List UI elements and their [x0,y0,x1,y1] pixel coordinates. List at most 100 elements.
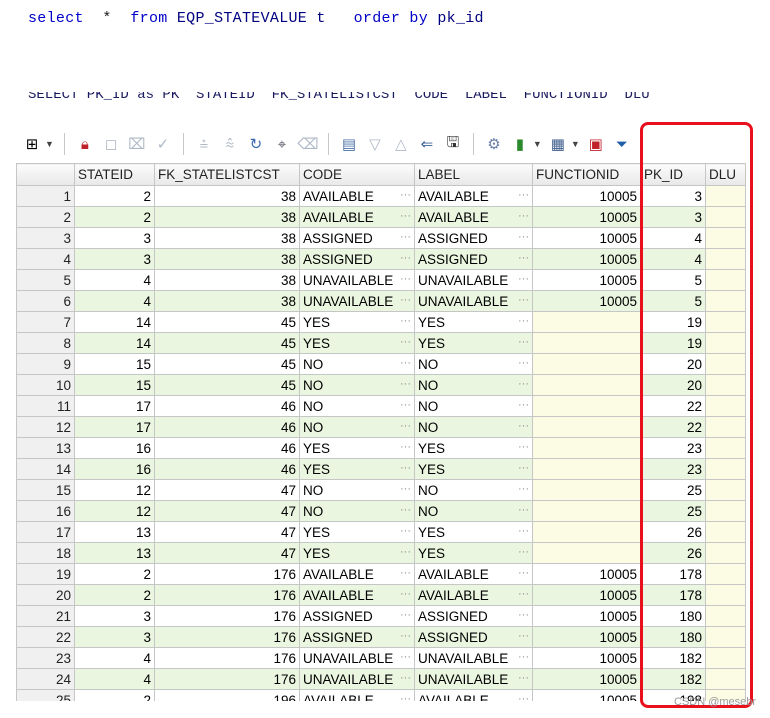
cell-code[interactable]: ··· YES [299,311,415,333]
cell-fk-statelistcst[interactable]: 38 [154,185,300,207]
ellipsis-button[interactable]: ··· [400,399,411,411]
ellipsis-button[interactable]: ··· [518,693,529,702]
cell-label[interactable]: ··· YES [414,437,533,459]
ellipsis-button[interactable]: ··· [400,420,411,432]
table-row[interactable]: 10 15 45 ··· NO ··· NO 20 [16,374,746,396]
cell-stateid[interactable]: 15 [74,374,155,396]
cell-stateid[interactable]: 14 [74,332,155,354]
ellipsis-button[interactable]: ··· [400,651,411,663]
table-row[interactable]: 16 12 47 ··· NO ··· NO 25 [16,500,746,522]
cell-pk-id[interactable]: 5 [640,269,706,291]
cell-label[interactable]: ··· NO [414,479,533,501]
ellipsis-button[interactable]: ··· [518,651,529,663]
cell-functionid[interactable]: 10005 [532,584,641,606]
cell-dlu[interactable] [705,584,746,606]
cell-dlu[interactable] [705,605,746,627]
ellipsis-button[interactable]: ··· [518,546,529,558]
cell-pk-id[interactable]: 178 [640,563,706,585]
cell-code[interactable]: ··· AVAILABLE [299,563,415,585]
cell-fk-statelistcst[interactable]: 45 [154,332,300,354]
cell-pk-id[interactable]: 3 [640,206,706,228]
ellipsis-button[interactable]: ··· [518,189,529,201]
cell-dlu[interactable] [705,290,746,312]
ellipsis-button[interactable]: ··· [400,672,411,684]
ellipsis-button[interactable]: ··· [400,336,411,348]
cell-fk-statelistcst[interactable]: 176 [154,647,300,669]
cell-label[interactable]: ··· NO [414,374,533,396]
cell-pk-id[interactable]: 3 [640,185,706,207]
ellipsis-button[interactable]: ··· [518,378,529,390]
cell-functionid[interactable]: 10005 [532,206,641,228]
cell-fk-statelistcst[interactable]: 38 [154,248,300,270]
cell-code[interactable]: ··· UNAVAILABLE [299,290,415,312]
header-code[interactable]: CODE [299,163,415,186]
export-icon[interactable]: ⇐ [417,134,437,154]
table-row[interactable]: 5 4 38 ··· UNAVAILABLE ··· UNAVAILABLE 10005 5 [16,269,746,291]
single-record-icon[interactable]: ▤ [339,134,359,154]
ellipsis-button[interactable]: ··· [518,483,529,495]
cell-pk-id[interactable]: 182 [640,668,706,690]
cell-functionid[interactable]: 10005 [532,668,641,690]
cell-stateid[interactable]: 3 [74,626,155,648]
chevron-down-icon[interactable]: ▼ [571,139,580,149]
cell-stateid[interactable]: 2 [74,584,155,606]
cell-fk-statelistcst[interactable]: 38 [154,227,300,249]
ellipsis-button[interactable]: ··· [518,609,529,621]
cell-code[interactable]: ··· ASSIGNED [299,605,415,627]
cell-pk-id[interactable]: 4 [640,248,706,270]
cell-code[interactable]: ··· YES [299,521,415,543]
cell-stateid[interactable]: 4 [74,647,155,669]
refresh-icon[interactable]: ↻ [246,134,266,154]
cell-stateid[interactable]: 2 [74,206,155,228]
cell-functionid[interactable] [532,542,641,564]
cell-dlu[interactable] [705,269,746,291]
cell-pk-id[interactable]: 23 [640,458,706,480]
ellipsis-button[interactable]: ··· [518,504,529,516]
cell-functionid[interactable]: 10005 [532,227,641,249]
ellipsis-button[interactable]: ··· [400,357,411,369]
cell-dlu[interactable] [705,227,746,249]
result-grid[interactable]: STATEID FK_STATELISTCST CODE LABEL FUNCT… [16,163,770,701]
cell-pk-id[interactable]: 23 [640,437,706,459]
ellipsis-button[interactable]: ··· [518,588,529,600]
cell-pk-id[interactable]: 25 [640,500,706,522]
cell-stateid[interactable]: 4 [74,668,155,690]
cell-dlu[interactable] [705,248,746,270]
header-stateid[interactable]: STATEID [74,163,155,186]
cell-functionid[interactable] [532,374,641,396]
cell-label[interactable]: ··· AVAILABLE [414,206,533,228]
cell-pk-id[interactable]: 178 [640,584,706,606]
cell-stateid[interactable]: 12 [74,479,155,501]
cell-dlu[interactable] [705,437,746,459]
cell-label[interactable]: ··· AVAILABLE [414,689,533,702]
cell-fk-statelistcst[interactable]: 45 [154,353,300,375]
ellipsis-button[interactable]: ··· [400,483,411,495]
cell-functionid[interactable] [532,395,641,417]
header-functionid[interactable]: FUNCTIONID [532,163,641,186]
ellipsis-button[interactable]: ··· [400,567,411,579]
cell-pk-id[interactable]: 19 [640,311,706,333]
cell-functionid[interactable] [532,521,641,543]
ellipsis-button[interactable]: ··· [518,630,529,642]
cell-stateid[interactable]: 3 [74,248,155,270]
cell-functionid[interactable]: 10005 [532,563,641,585]
cell-dlu[interactable] [705,500,746,522]
cell-stateid[interactable]: 13 [74,521,155,543]
ellipsis-button[interactable]: ··· [400,693,411,702]
header-label[interactable]: LABEL [414,163,533,186]
table-row[interactable]: 2 2 38 ··· AVAILABLE ··· AVAILABLE 10005 3 [16,206,746,228]
cell-fk-statelistcst[interactable]: 47 [154,542,300,564]
cell-label[interactable]: ··· UNAVAILABLE [414,647,533,669]
cell-functionid[interactable]: 10005 [532,269,641,291]
cell-functionid[interactable] [532,311,641,333]
cell-stateid[interactable]: 2 [74,563,155,585]
cell-fk-statelistcst[interactable]: 38 [154,269,300,291]
cell-functionid[interactable]: 10005 [532,290,641,312]
cell-label[interactable]: ··· NO [414,500,533,522]
layout-icon[interactable]: ▦ [548,134,568,154]
ellipsis-button[interactable]: ··· [518,210,529,222]
table-row[interactable]: 7 14 45 ··· YES ··· YES 19 [16,311,746,333]
cell-fk-statelistcst[interactable]: 176 [154,605,300,627]
ellipsis-button[interactable]: ··· [400,609,411,621]
sql-line-1[interactable]: select * from EQP_STATEVALUE t order by … [28,10,484,27]
